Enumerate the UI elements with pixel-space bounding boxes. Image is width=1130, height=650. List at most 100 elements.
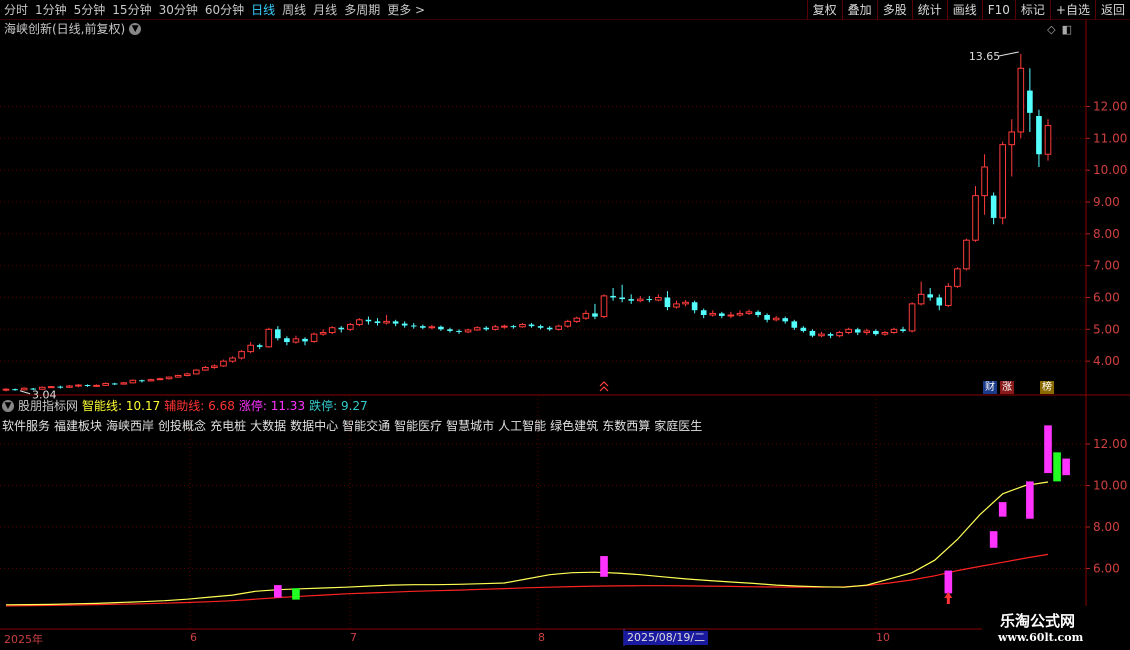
candle-body — [438, 326, 444, 330]
candle-body — [483, 327, 490, 330]
candle-body — [610, 295, 616, 298]
candle-body — [265, 328, 273, 348]
date-axis-label: 10 — [876, 631, 890, 644]
candle-body — [673, 303, 680, 308]
candle-body — [84, 385, 91, 387]
candle-body — [745, 311, 753, 314]
signal-bar — [1044, 425, 1052, 474]
candle-body — [456, 330, 462, 332]
candle-body — [374, 321, 381, 323]
price-tick-label: 4.00 — [1093, 354, 1120, 368]
candle-body — [401, 323, 408, 326]
signal-marker-icon — [599, 381, 609, 392]
candle-body — [93, 384, 100, 387]
candle-body — [383, 320, 390, 324]
signal-bar — [989, 531, 998, 548]
price-tick-label: 8.00 — [1093, 227, 1120, 241]
smart-line — [5, 481, 1049, 606]
buy-arrow-icon — [944, 592, 953, 604]
candle-body — [564, 320, 572, 327]
candle-body — [220, 360, 227, 367]
candle-body — [718, 313, 725, 316]
concept-tag[interactable]: 福建板块 — [54, 417, 102, 434]
candle-body — [338, 327, 345, 330]
indicator-header: ▼ 股朋指标网 智能线: 10.17 辅助线: 6.68 涨停: 11.33 跌… — [2, 398, 368, 414]
candle-body — [211, 365, 218, 369]
candle-body — [102, 382, 109, 386]
price-tick-label: 6.00 — [1093, 290, 1120, 304]
candle-body — [809, 330, 816, 336]
candle-body — [573, 317, 581, 322]
concept-tags: 软件服务 福建板块 海峡西岸 创投概念 充电桩 大数据 数据中心 智能交通 智能医疗 智慧城市 人工… — [2, 417, 702, 434]
info-badges: 财 涨 榜 — [983, 381, 1054, 394]
candle-body — [120, 382, 128, 385]
concept-tag[interactable]: 东数西算 — [602, 417, 650, 434]
indicator-name[interactable]: 股朋指标网 — [18, 398, 78, 414]
aux-line-label: 辅助线: 6.68 — [164, 399, 235, 413]
concept-tag[interactable]: 绿色建筑 — [550, 417, 598, 434]
candle-body — [854, 329, 861, 333]
candle-body — [881, 332, 889, 335]
finance-badge[interactable]: 财 — [983, 381, 997, 394]
high-price-label: 13.65 — [969, 50, 1001, 63]
candle-body — [546, 327, 553, 330]
concept-tag[interactable]: 人工智能 — [498, 417, 546, 434]
candle-body — [392, 321, 399, 324]
candle-body — [129, 379, 137, 384]
concept-tag[interactable]: 智能交通 — [342, 417, 390, 434]
candle-body — [419, 326, 426, 328]
candle-body — [1008, 131, 1016, 146]
concept-tag[interactable]: 智慧城市 — [446, 417, 494, 434]
candle-body — [682, 301, 689, 305]
candle-body — [1017, 67, 1025, 133]
concept-tag[interactable]: 智能医疗 — [394, 417, 442, 434]
concept-tag[interactable]: 大数据 — [250, 417, 286, 434]
signal-bar — [292, 588, 300, 600]
candle-body — [428, 326, 436, 329]
concept-tag[interactable]: 数据中心 — [290, 417, 338, 434]
chevron-down-icon[interactable]: ▼ — [2, 400, 14, 412]
candle-body — [537, 326, 544, 328]
candle-body — [111, 383, 118, 385]
ranking-badge[interactable]: 榜 — [1040, 381, 1054, 394]
concept-tag[interactable]: 充电桩 — [210, 417, 246, 434]
candle-body — [319, 332, 327, 335]
candle-body — [66, 385, 73, 388]
watermark-title: 乐淘公式网 — [1000, 612, 1076, 630]
candle-body — [936, 297, 943, 306]
concept-tag[interactable]: 创投概念 — [158, 417, 206, 434]
limit-down-label: 跌停: 9.27 — [309, 399, 368, 413]
candle-body — [447, 329, 453, 331]
candle-body — [691, 302, 698, 311]
signal-bar — [274, 585, 282, 598]
indicator-tick-label: 8.00 — [1093, 520, 1120, 534]
candle-body — [510, 326, 517, 328]
candle-body — [174, 374, 182, 378]
chart-canvas: 12.00 11.00 10.00 9.00 8.00 7.00 6.00 5.00 4.00 1… — [0, 20, 1130, 646]
limit-up-badge[interactable]: 涨 — [1000, 381, 1014, 394]
candle-body — [636, 298, 644, 302]
candle-body — [863, 330, 871, 334]
concept-tag[interactable]: 海峡西岸 — [106, 417, 154, 434]
candle-body — [165, 376, 173, 380]
candle-body — [292, 338, 300, 343]
high-arrow — [998, 51, 1019, 57]
candle-body — [202, 367, 209, 371]
candle-body — [990, 195, 997, 218]
signal-bar — [1026, 481, 1034, 519]
aux-line — [5, 553, 1049, 607]
price-tick-label: 11.00 — [1093, 131, 1127, 145]
price-tick-label: 9.00 — [1093, 195, 1120, 209]
candle-body — [664, 297, 671, 308]
candle-body — [845, 328, 852, 334]
candle-body — [310, 333, 318, 342]
candle-body — [302, 338, 308, 342]
concept-tag[interactable]: 软件服务 — [2, 417, 50, 434]
candle-body — [700, 310, 707, 316]
candle-body — [764, 315, 770, 320]
candle-body — [999, 144, 1007, 219]
concept-tag[interactable]: 家庭医生 — [654, 417, 702, 434]
candle-body — [782, 318, 789, 322]
candle-body — [2, 388, 10, 391]
watermark: 乐淘公式网 www.60lt.com — [982, 606, 1130, 650]
